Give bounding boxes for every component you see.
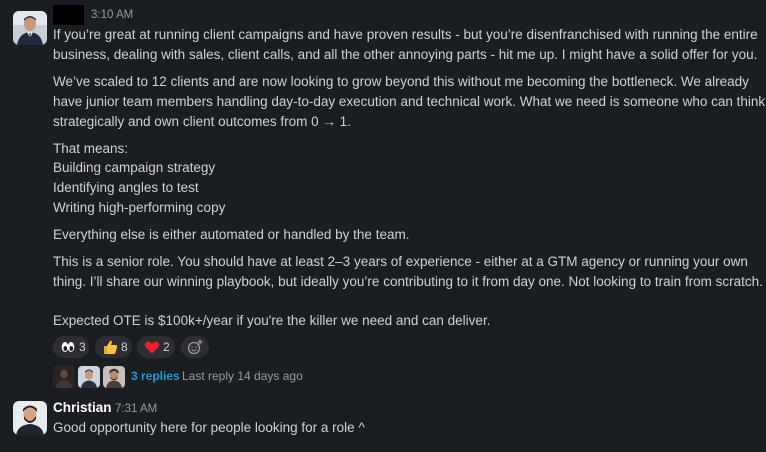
timestamp[interactable]: 3:10 AM [91, 9, 133, 21]
message-text-line: We’ve scaled to 12 clients and are now l… [53, 74, 749, 89]
message-text-line: If you’re great at running client campai… [53, 27, 758, 42]
message-text-line: business, dealing with sales, client cal… [53, 47, 758, 62]
heart-icon [144, 339, 160, 355]
replier-avatar [78, 366, 100, 388]
author-name[interactable]: Christian [53, 400, 112, 415]
poster-avatar[interactable] [13, 11, 47, 45]
message-text-line: That means: [53, 141, 129, 156]
reaction-count: 2 [163, 340, 170, 354]
message-text-line: Good opportunity here for people looking… [53, 420, 365, 435]
list-item: Building campaign strategy [53, 160, 216, 175]
author-avatar[interactable] [13, 401, 47, 435]
replier-avatar [53, 366, 75, 388]
add-reaction-button[interactable] [181, 336, 209, 358]
reaction-eyes[interactable]: 3 [53, 336, 89, 358]
reaction-heart[interactable]: 2 [137, 336, 175, 358]
list-item: Identifying angles to test [53, 180, 199, 195]
message-text-line: Expected OTE is $100k+/year if you're th… [53, 313, 491, 328]
replier-avatar [103, 366, 125, 388]
message-text-line: thing. I’ll share our winning playbook, … [53, 274, 763, 289]
redacted-author-name [53, 5, 84, 25]
last-reply-text: Last reply 14 days ago [182, 369, 303, 383]
reaction-count: 8 [121, 340, 128, 354]
message-text-line: This is a senior role. You should have a… [53, 254, 748, 269]
message-text-line: Everything else is either automated or h… [53, 227, 410, 242]
replies-link[interactable]: 3 replies [131, 369, 180, 383]
add-emoji-icon [187, 339, 203, 358]
timestamp[interactable]: 7:31 AM [115, 403, 157, 415]
list-item: Writing high-performing copy [53, 200, 226, 215]
message-text-line: strategically and own client outcomes fr… [53, 114, 351, 129]
eyes-icon [60, 339, 76, 355]
thumbs-up-icon [102, 339, 118, 355]
reaction-thumbs-up[interactable]: 8 [95, 336, 132, 358]
reaction-count: 3 [79, 340, 86, 354]
message-text-line: have junior team members handling day-to… [53, 94, 766, 109]
